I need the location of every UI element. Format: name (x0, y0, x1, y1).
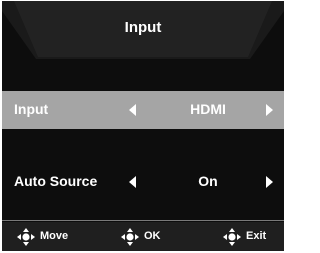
left-arrow-icon[interactable] (129, 104, 136, 116)
footer-bar: Move OK Exit (2, 222, 284, 251)
joystick-icon (121, 228, 139, 246)
left-arrow-icon[interactable] (129, 176, 136, 188)
auto-source-value: On (198, 173, 218, 189)
footer-divider (2, 220, 284, 221)
right-arrow-icon[interactable] (266, 176, 273, 188)
osd-menu: Input Input HDMI Auto Source On Move OK … (2, 1, 284, 251)
joystick-icon (17, 228, 35, 246)
hint-move-label: Move (40, 230, 69, 242)
hint-exit-label: Exit (246, 230, 267, 242)
right-arrow-icon[interactable] (266, 104, 273, 116)
menu-row-auto-source[interactable]: Auto Source On (2, 163, 284, 201)
joystick-icon (223, 228, 241, 246)
auto-source-label: Auto Source (14, 173, 98, 189)
menu-title: Input (124, 19, 162, 36)
hint-ok-label: OK (144, 230, 161, 242)
input-label: Input (14, 101, 49, 117)
menu-row-input[interactable]: Input HDMI (2, 91, 284, 129)
input-value: HDMI (190, 101, 226, 117)
